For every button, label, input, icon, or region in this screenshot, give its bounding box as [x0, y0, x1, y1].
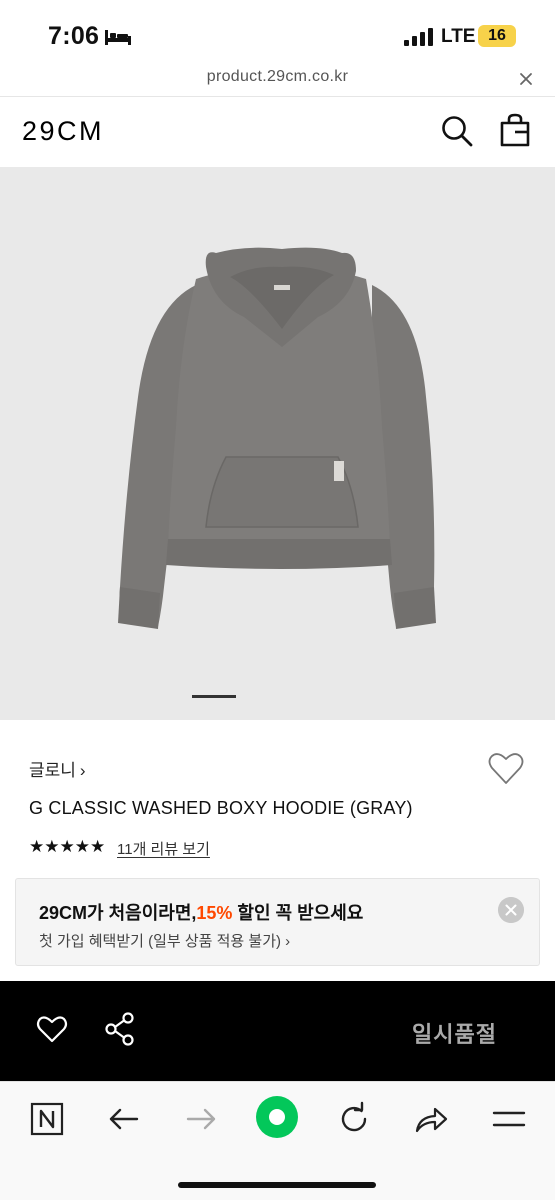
- home-indicator: [178, 1182, 376, 1188]
- brand-name[interactable]: 글로니: [29, 761, 76, 780]
- sold-out-label: 일시품절: [412, 1022, 497, 1047]
- carousel-indicator[interactable]: [192, 695, 236, 698]
- promo-discount: 15%: [196, 903, 233, 923]
- promo-subtitle[interactable]: 첫 가입 혜택받기 (일부 상품 적용 불가) ›: [39, 930, 290, 951]
- search-icon[interactable]: [440, 114, 474, 148]
- action-bar: 일시품절: [0, 981, 555, 1081]
- menu-icon[interactable]: [491, 1101, 527, 1137]
- forward-arrow-icon[interactable]: [183, 1101, 219, 1137]
- status-bar: 7:06 LTE 16: [0, 0, 555, 66]
- chevron-right-icon: ›: [79, 761, 86, 780]
- reload-icon[interactable]: [336, 1101, 372, 1137]
- review-link[interactable]: 11개 리뷰 보기: [117, 838, 210, 859]
- network-label: LTE: [441, 26, 476, 47]
- brand-link[interactable]: 글로니 ›: [29, 756, 86, 781]
- battery-level: 16: [478, 25, 516, 47]
- signal-icon: [404, 28, 433, 46]
- promo-title-suffix: 할인 꼭 받으세요: [232, 903, 364, 923]
- close-icon[interactable]: [516, 69, 536, 89]
- url-text[interactable]: product.29cm.co.kr: [0, 68, 555, 86]
- status-time: 7:06: [48, 22, 100, 50]
- promo-title-prefix: 29CM가 처음이라면,: [39, 903, 197, 923]
- green-home-icon[interactable]: [255, 1095, 299, 1139]
- hoodie-image: [118, 247, 436, 629]
- share-arrow-icon[interactable]: [413, 1101, 449, 1137]
- product-image[interactable]: [0, 167, 555, 720]
- site-header: 29CM: [0, 97, 555, 167]
- heart-icon[interactable]: [487, 750, 525, 786]
- promo-close-icon[interactable]: [498, 897, 524, 923]
- share-icon[interactable]: [104, 1012, 136, 1046]
- shopping-bag-icon[interactable]: [499, 113, 531, 147]
- promo-banner[interactable]: 29CM가 처음이라면,15% 할인 꼭 받으세요 첫 가입 혜택받기 (일부 …: [15, 878, 540, 966]
- back-arrow-icon[interactable]: [106, 1101, 142, 1137]
- bed-icon: [105, 30, 131, 45]
- like-heart-icon[interactable]: [36, 1014, 68, 1044]
- promo-title: 29CM가 처음이라면,15% 할인 꼭 받으세요: [39, 899, 363, 925]
- site-logo[interactable]: 29CM: [22, 116, 104, 147]
- product-name: G CLASSIC WASHED BOXY HOODIE (GRAY): [29, 798, 413, 818]
- url-bar[interactable]: product.29cm.co.kr: [0, 66, 555, 94]
- naver-n-icon[interactable]: [29, 1101, 65, 1137]
- browser-toolbar: [0, 1081, 555, 1200]
- rating-stars: ★★★★★: [29, 837, 106, 856]
